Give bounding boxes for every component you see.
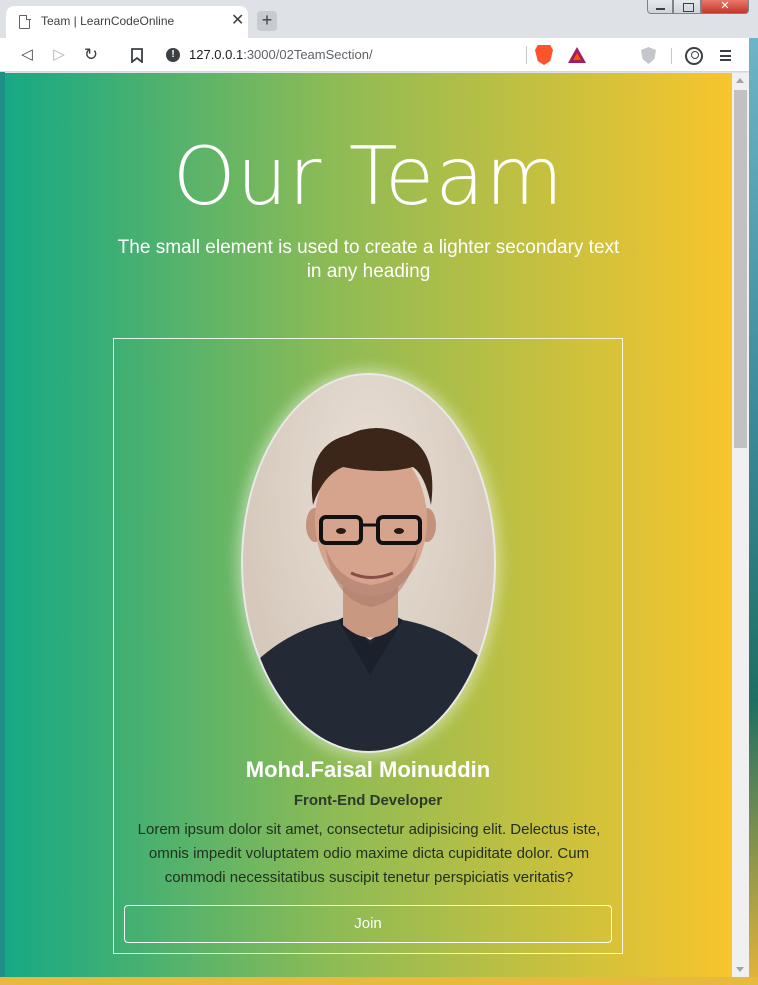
- site-info-icon[interactable]: !: [166, 48, 180, 62]
- back-icon[interactable]: ◁: [16, 44, 38, 66]
- menu-icon[interactable]: [720, 50, 731, 61]
- join-button[interactable]: Join: [124, 905, 612, 943]
- brave-shields-icon[interactable]: [535, 45, 553, 65]
- page-title: Our Team: [172, 130, 565, 223]
- member-name: Mohd.Faisal Moinuddin: [245, 757, 491, 782]
- scroll-down-icon[interactable]: [736, 967, 744, 972]
- scroll-up-icon[interactable]: [736, 78, 744, 83]
- avatar: [241, 373, 496, 753]
- tab-title: Team | LearnCodeOnline: [41, 14, 175, 28]
- reload-icon[interactable]: ↻: [80, 44, 102, 66]
- page-icon: [19, 14, 31, 29]
- url-host: 127.0.0.1: [189, 47, 244, 62]
- member-role: Front-End Developer: [293, 792, 443, 809]
- vertical-scrollbar[interactable]: [732, 73, 749, 977]
- browser-toolbar: ◁ ▷ ↻ ! 127.0.0.1:3000/02TeamSection/: [0, 38, 758, 72]
- profile-icon[interactable]: [685, 47, 703, 65]
- browser-window: Team | LearnCodeOnline ✕ + ✕ ◁ ▷ ↻ ! 127…: [0, 0, 758, 985]
- address-bar-divider: [526, 46, 527, 64]
- browser-tab[interactable]: Team | LearnCodeOnline ✕: [6, 6, 248, 38]
- team-member-card: Mohd.Faisal Moinuddin Front-End Develope…: [113, 338, 623, 954]
- forward-icon[interactable]: ▷: [48, 44, 70, 66]
- maximize-button[interactable]: [673, 0, 701, 14]
- close-window-button[interactable]: ✕: [701, 0, 749, 14]
- member-bio: Lorem ipsum dolor sit amet, consectetur …: [137, 821, 601, 886]
- extension-shield-icon[interactable]: [641, 47, 656, 64]
- page-subtitle: The small element is used to create a li…: [117, 237, 620, 282]
- page-viewport: Our Team The small element is used to cr…: [5, 73, 732, 977]
- tab-close-icon[interactable]: ✕: [231, 12, 244, 30]
- new-tab-button[interactable]: +: [257, 11, 277, 31]
- toolbar-divider: [671, 48, 672, 64]
- url-path: :3000/02TeamSection/: [243, 47, 373, 62]
- bookmark-icon[interactable]: [126, 44, 148, 66]
- minimize-button[interactable]: [647, 0, 673, 14]
- desktop-background-edge: [749, 38, 758, 985]
- scroll-thumb[interactable]: [734, 90, 747, 448]
- window-edge-bottom: [0, 977, 758, 985]
- tab-strip: Team | LearnCodeOnline ✕ + ✕: [0, 0, 758, 38]
- brave-rewards-icon[interactable]: [568, 47, 586, 63]
- url-text: 127.0.0.1:3000/02TeamSection/: [189, 47, 373, 62]
- address-bar[interactable]: ! 127.0.0.1:3000/02TeamSection/: [154, 41, 598, 69]
